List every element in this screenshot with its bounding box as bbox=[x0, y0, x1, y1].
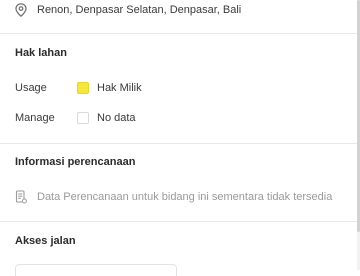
divider bbox=[0, 33, 357, 34]
manage-value: No data bbox=[97, 112, 136, 124]
map-pin-icon bbox=[15, 3, 27, 17]
divider bbox=[0, 221, 357, 222]
section-title-road-access: Akses jalan bbox=[15, 235, 76, 247]
usage-label: Usage bbox=[15, 82, 47, 94]
manage-color-swatch bbox=[77, 112, 89, 124]
section-title-land-rights: Hak lahan bbox=[15, 47, 67, 59]
road-access-field[interactable] bbox=[15, 264, 177, 276]
location-address: Renon, Denpasar Selatan, Denpasar, Bali bbox=[37, 4, 242, 16]
section-title-planning: Informasi perencanaan bbox=[15, 156, 136, 168]
usage-color-swatch bbox=[77, 82, 89, 94]
divider bbox=[0, 143, 357, 144]
planning-message: Data Perencanaan untuk bidang ini sement… bbox=[37, 191, 333, 203]
usage-value: Hak Milik bbox=[97, 82, 142, 94]
planning-info-row: Data Perencanaan untuk bidang ini sement… bbox=[15, 190, 332, 204]
location-row: Renon, Denpasar Selatan, Denpasar, Bali bbox=[15, 0, 241, 20]
property-detail-panel: Renon, Denpasar Selatan, Denpasar, Bali … bbox=[0, 0, 357, 276]
manage-label: Manage bbox=[15, 112, 55, 124]
document-icon bbox=[15, 190, 27, 204]
